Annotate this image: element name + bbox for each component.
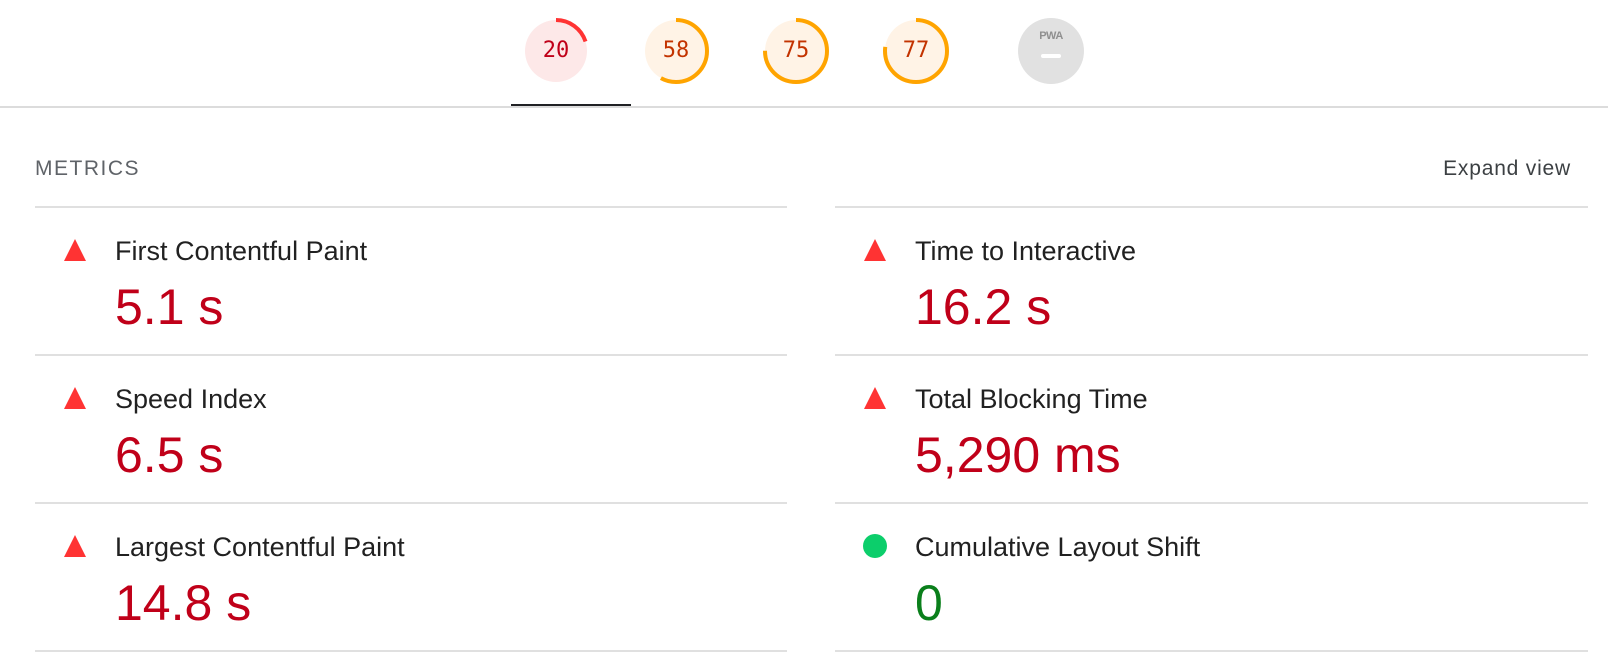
red-triangle-icon [864,239,886,261]
metric-cumulative-layout-shift: Cumulative Layout Shift 0 [835,502,1588,652]
red-triangle-icon [64,535,86,557]
category-gauge-best-practices[interactable]: 75 [763,18,829,84]
metric-value: 14.8 s [115,575,252,631]
metric-label: Largest Contentful Paint [115,532,405,562]
gauge-score: 77 [902,38,930,63]
metric-value: 5,290 ms [915,427,1121,483]
metric-label: Time to Interactive [915,236,1137,266]
pwa-dash-icon [1041,54,1061,58]
metric-total-blocking-time: Total Blocking Time 5,290 ms [835,354,1588,502]
metric-value: 0 [915,575,943,631]
gauge-score: 20 [542,38,570,63]
active-tab-indicator [511,104,631,106]
pwa-badge-icon [1018,18,1084,84]
pwa-label: PWA [1039,30,1063,42]
gauge-score: 75 [782,38,810,63]
metric-value: 6.5 s [115,427,224,483]
metrics-header: METRICS Expand view [35,155,1571,185]
category-gauge-seo[interactable]: 77 [883,18,949,84]
category-gauge-accessibility[interactable]: 58 [643,18,709,84]
expand-view-button[interactable]: Expand view [1443,157,1571,181]
category-tabs: 20 58 75 77 PWA [0,0,1608,108]
metric-time-to-interactive: Time to Interactive 16.2 s [835,206,1588,354]
metric-value: 5.1 s [115,279,224,335]
metric-label: Cumulative Layout Shift [915,532,1201,562]
green-circle-icon [863,534,887,558]
metric-speed-index: Speed Index 6.5 s [35,354,787,502]
metrics-title: METRICS [35,157,140,180]
category-gauge-performance[interactable]: 20 [523,18,589,84]
metric-largest-contentful-paint: Largest Contentful Paint 14.8 s [35,502,787,652]
metric-label: First Contentful Paint [115,236,368,266]
category-gauge-pwa[interactable]: PWA [1018,18,1084,84]
gauge-score: 58 [662,38,690,63]
metric-label: Speed Index [115,384,267,414]
red-triangle-icon [64,387,86,409]
metrics-column-left: First Contentful Paint 5.1 s Speed Index… [35,206,787,652]
red-triangle-icon [864,387,886,409]
red-triangle-icon [64,239,86,261]
metrics-column-right: Time to Interactive 16.2 s Total Blockin… [835,206,1588,652]
metric-first-contentful-paint: First Contentful Paint 5.1 s [35,206,787,354]
metric-label: Total Blocking Time [915,384,1148,414]
metric-value: 16.2 s [915,279,1052,335]
